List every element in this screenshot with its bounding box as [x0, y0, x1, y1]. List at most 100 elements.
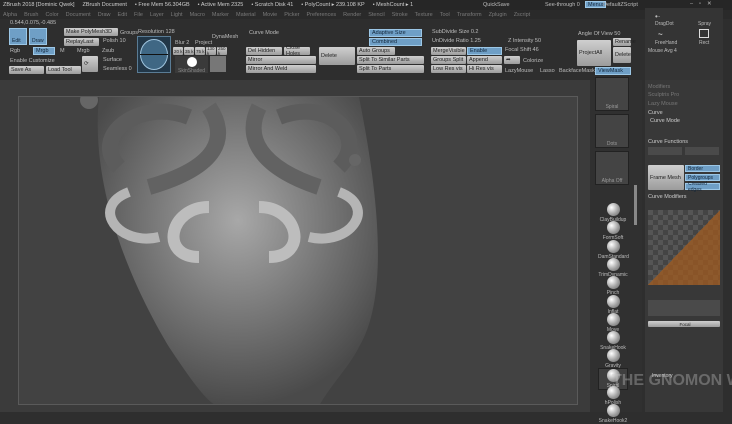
resolution-preset-button[interactable]: 250 k: [217, 46, 227, 56]
stroke-freehand[interactable]: FreeHand: [655, 40, 677, 46]
brush-claybuildup[interactable]: ClayBuildup: [598, 203, 628, 223]
groups-toggle[interactable]: Groups: [120, 30, 138, 36]
creased-edges-toggle[interactable]: Creased edges: [685, 181, 720, 193]
curve-presets[interactable]: [648, 300, 720, 316]
brush-snakehook[interactable]: SnakeHook: [598, 331, 628, 351]
seamless-slider[interactable]: Seamless 0: [103, 66, 132, 72]
brush-gravity[interactable]: Gravity: [598, 349, 628, 369]
viewport[interactable]: [18, 96, 578, 405]
rgb-toggle[interactable]: Rgb: [10, 48, 20, 54]
menu-edit[interactable]: Edit: [118, 12, 127, 18]
resolution-preset-button[interactable]: 35 k: [184, 47, 194, 55]
polish-slider[interactable]: Polish 10: [103, 38, 126, 44]
menu-document[interactable]: Document: [66, 12, 91, 18]
focal-button[interactable]: Focal: [648, 321, 720, 327]
colorize-icon[interactable]: ➦: [504, 56, 520, 64]
menu-marker[interactable]: Marker: [212, 12, 229, 18]
undivide-ratio-slider[interactable]: UnDivide Ratio 1.25: [432, 38, 481, 44]
menu-zscript[interactable]: Zscript: [514, 12, 531, 18]
modifiers-section[interactable]: Modifiers: [648, 84, 670, 90]
brush-damstandard[interactable]: DamStandard: [598, 239, 629, 260]
brush-trimdynamic[interactable]: TrimDynamic: [598, 257, 628, 278]
blur-slider[interactable]: Blur 2: [175, 40, 189, 46]
resolution-slider[interactable]: Resolution 128: [138, 29, 175, 35]
curve-function-button[interactable]: [685, 147, 719, 155]
stroke-rect[interactable]: Rect: [699, 40, 709, 46]
zsub-toggle[interactable]: Zsub: [102, 48, 114, 54]
menu-transform[interactable]: Transform: [457, 12, 482, 18]
load-tool-button[interactable]: Load Tool: [46, 66, 81, 74]
brush-snakehook2[interactable]: SnakeHook2: [598, 404, 628, 424]
alpha-dots[interactable]: Dots: [595, 114, 629, 148]
seethrough-slider[interactable]: See-through 0: [545, 2, 580, 8]
lasso-toggle[interactable]: Lasso: [540, 68, 555, 74]
rotate-icon[interactable]: ⟳: [82, 56, 98, 72]
angle-of-view-slider[interactable]: Angle Of View 50: [578, 31, 620, 37]
resolution-preset-button[interactable]: 130 k: [206, 46, 216, 56]
default-zscript[interactable]: DefaultZScript: [603, 2, 638, 8]
resolution-preset-button[interactable]: 20 k: [173, 47, 183, 55]
colorize-toggle[interactable]: Colorize: [523, 58, 543, 64]
menu-layer[interactable]: Layer: [150, 12, 164, 18]
stroke-dragdot[interactable]: DragDot: [655, 21, 674, 27]
adaptive-size-toggle[interactable]: Adaptive Size: [369, 29, 422, 37]
frame-mesh-button[interactable]: Frame Mesh: [648, 165, 684, 190]
color-swatch[interactable]: [210, 56, 226, 72]
stroke-spray[interactable]: Spray: [698, 21, 711, 27]
del-hidden-button[interactable]: Del Hidden: [246, 47, 282, 55]
merge-visible-button[interactable]: MergeVisible: [431, 47, 466, 55]
surface-toggle[interactable]: Surface: [103, 57, 122, 63]
menu-stencil[interactable]: Stencil: [368, 12, 385, 18]
menu-draw[interactable]: Draw: [98, 12, 111, 18]
focal-shift-slider[interactable]: Focal Shift 46: [505, 47, 539, 53]
mrgb-mode[interactable]: Mrgb: [33, 47, 55, 55]
delete-subtool-button[interactable]: Delete: [613, 47, 631, 63]
curve-widget[interactable]: [137, 36, 171, 73]
close-holes-button[interactable]: Close Holes: [284, 45, 310, 57]
skinshaded-material[interactable]: SkinShaded: [175, 56, 208, 74]
menu-brush[interactable]: Brush: [24, 12, 38, 18]
split-parts-button[interactable]: Split To Parts: [357, 65, 424, 73]
lazymouse-toggle[interactable]: LazyMouse: [505, 68, 533, 74]
alpha-spiral[interactable]: Spiral: [595, 77, 629, 111]
curve-function-button[interactable]: [648, 147, 682, 155]
menu-preferences[interactable]: Preferences: [307, 12, 337, 18]
lazy-mouse-section[interactable]: Lazy Mouse: [648, 101, 678, 107]
z-intensity-slider[interactable]: Z Intensity 50: [508, 38, 541, 44]
border-toggle[interactable]: Border: [685, 165, 720, 172]
make-polymesh-button[interactable]: Make PolyMesh3D: [64, 28, 118, 36]
mrgb-toggle[interactable]: Mrgb: [77, 48, 90, 54]
edit-button[interactable]: Edit: [9, 28, 27, 45]
curve-graph[interactable]: [648, 210, 720, 285]
rename-button[interactable]: Rename: [613, 38, 636, 46]
sculptris-pro-section[interactable]: Sculptris Pro: [648, 92, 679, 98]
curve-functions-section[interactable]: Curve Functions: [648, 139, 688, 145]
alpha-alpha-off[interactable]: Alpha Off: [595, 151, 629, 185]
enable-toggle[interactable]: Enable: [467, 47, 502, 55]
low-res-button[interactable]: Low Res vis: [431, 65, 466, 73]
menu-file[interactable]: File: [134, 12, 143, 18]
replay-last-button[interactable]: ReplayLast: [64, 38, 99, 46]
backface-mask-toggle[interactable]: BackfaceMask: [559, 68, 595, 74]
project-all-button[interactable]: ProjectAll: [577, 40, 611, 66]
mirror-weld-button[interactable]: Mirror And Weld: [246, 65, 316, 73]
menu-texture[interactable]: Texture: [415, 12, 433, 18]
menu-render[interactable]: Render: [343, 12, 361, 18]
menu-color[interactable]: Color: [45, 12, 58, 18]
menu-zplugin[interactable]: Zplugin: [489, 12, 507, 18]
m-toggle[interactable]: M: [60, 48, 65, 54]
menu-picker[interactable]: Picker: [284, 12, 299, 18]
menu-tool[interactable]: Tool: [440, 12, 450, 18]
groups-split-button[interactable]: Groups Split: [431, 56, 466, 64]
save-as-button[interactable]: Save As: [9, 66, 44, 74]
mouse-avg-slider[interactable]: Mouse Avg 4: [648, 48, 677, 54]
subdivide-size-slider[interactable]: SubDivide Size 0.2: [432, 29, 478, 35]
menu-macro[interactable]: Macro: [190, 12, 205, 18]
menu-stroke[interactable]: Stroke: [392, 12, 408, 18]
brush-inflat[interactable]: Inflat: [598, 294, 628, 315]
brush-move[interactable]: Move: [598, 312, 628, 333]
menu-material[interactable]: Material: [236, 12, 256, 18]
curve-section[interactable]: Curve: [648, 110, 663, 116]
menu-light[interactable]: Light: [171, 12, 183, 18]
enable-customize[interactable]: Enable Customize: [10, 58, 55, 64]
